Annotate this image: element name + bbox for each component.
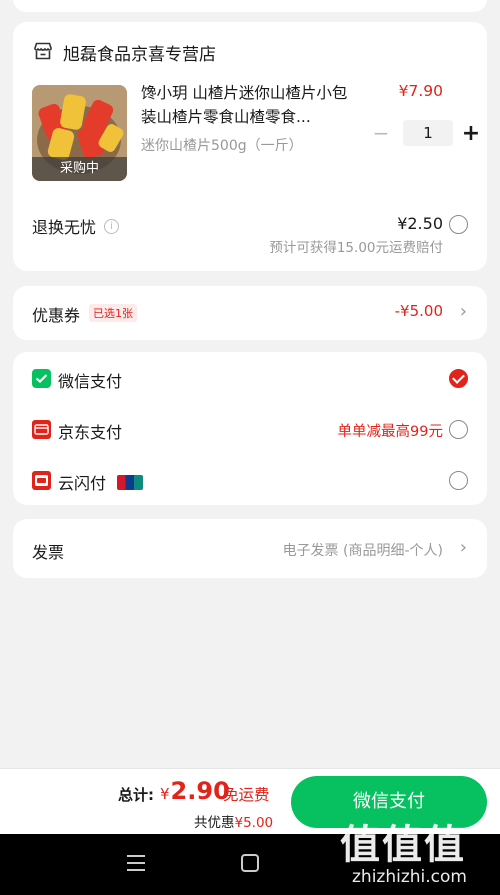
watermark-url: zhizhizhi.com — [352, 867, 467, 887]
free-shipping-label: 免运费 — [223, 786, 270, 804]
previous-section-card — [13, 0, 487, 12]
cloud-quickpass-icon — [32, 471, 51, 490]
coupon-value: -¥5.00 — [394, 302, 443, 320]
wechat-pay-radio[interactable] — [449, 369, 468, 388]
chevron-right-icon: › — [459, 537, 467, 558]
total-label: 总计: — [118, 786, 154, 804]
info-icon[interactable]: i — [104, 218, 120, 234]
purchasing-badge: 采购中 — [32, 157, 127, 181]
cloud-quickpass-radio[interactable] — [449, 471, 468, 490]
total-discount: 共优惠¥5.00 — [194, 811, 273, 831]
product-price: ¥7.90 — [398, 82, 443, 100]
return-service-radio[interactable] — [449, 215, 468, 234]
unionpay-icon — [117, 475, 143, 490]
return-service-row: 退换无忧 i — [32, 214, 120, 238]
wechat-pay-label: 微信支付 — [58, 372, 123, 391]
coupon-selected-tag: 已选1张 — [89, 304, 137, 322]
store-card: 旭磊食品京喜专营店 采购中 馋小玥 山楂片迷你山楂片小包装山楂片零食山楂零食..… — [13, 22, 487, 271]
home-icon[interactable] — [241, 854, 259, 872]
invoice-label: 发票 — [32, 543, 65, 562]
jd-pay-icon — [32, 420, 51, 439]
return-service-price: ¥2.50 — [397, 214, 443, 233]
coupon-label: 优惠券 — [32, 306, 81, 325]
store-name: 旭磊食品京喜专营店 — [63, 45, 216, 65]
return-service-label: 退换无忧 — [32, 218, 97, 237]
store-header[interactable]: 旭磊食品京喜专营店 — [33, 40, 216, 65]
store-icon — [33, 42, 53, 64]
payment-option-wechat[interactable]: 微信支付 — [13, 364, 487, 394]
payment-option-jd[interactable]: 京东支付 单单减最高99元 — [13, 415, 487, 445]
menu-icon[interactable] — [127, 855, 145, 876]
total-amount: ¥ 2.90 — [160, 777, 230, 805]
return-service-note: 预计可获得15.00元运费赔付 — [269, 240, 443, 256]
product-title[interactable]: 馋小玥 山楂片迷你山楂片小包装山楂片零食山楂零食... — [141, 81, 351, 129]
chevron-right-icon: › — [459, 301, 467, 322]
quantity-stepper: − 1 + — [371, 120, 481, 146]
quantity-input[interactable]: 1 — [403, 120, 453, 146]
total-value: 2.90 — [170, 777, 230, 805]
payment-methods-card: 微信支付 京东支付 单单减最高99元 云闪付 — [13, 352, 487, 505]
watermark: 值值值 zhizhizhi.com — [340, 812, 500, 895]
increase-button[interactable]: + — [461, 121, 481, 146]
jd-pay-radio[interactable] — [449, 420, 468, 439]
jd-pay-promo: 单单减最高99元 — [337, 424, 443, 440]
payment-option-cloud-quickpass[interactable]: 云闪付 — [13, 466, 487, 496]
discount-prefix: 共优惠 — [194, 815, 235, 831]
invoice-value: 电子发票 (商品明细-个人) — [282, 543, 443, 559]
coupon-row[interactable]: 优惠券 已选1张 -¥5.00 › — [13, 286, 487, 340]
decrease-button[interactable]: − — [371, 121, 391, 145]
jd-pay-label: 京东支付 — [58, 423, 123, 442]
watermark-logo: 值值值 — [340, 822, 466, 868]
total-currency: ¥ — [160, 785, 170, 803]
product-thumbnail[interactable]: 采购中 — [32, 85, 127, 181]
invoice-row[interactable]: 发票 电子发票 (商品明细-个人) › — [13, 519, 487, 578]
product-spec[interactable]: 迷你山楂片500g（一斤） — [141, 135, 303, 155]
wechat-pay-icon — [32, 369, 51, 388]
discount-value: ¥5.00 — [234, 815, 274, 831]
cloud-quickpass-label: 云闪付 — [58, 474, 107, 493]
